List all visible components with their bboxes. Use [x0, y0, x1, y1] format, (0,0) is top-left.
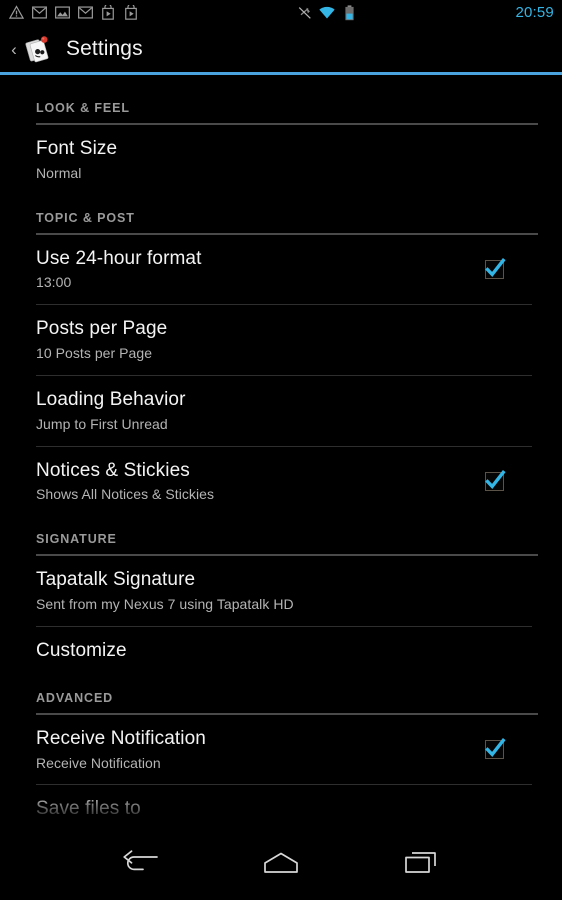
settings-row[interactable]: Posts per Page 10 Posts per Page: [0, 305, 562, 375]
settings-row-summary: 13:00: [36, 274, 72, 291]
system-navigation-bar: [0, 825, 562, 900]
settings-row-text: Notices & Stickies Shows All Notices & St…: [36, 460, 471, 504]
settings-row[interactable]: Use 24-hour format 13:00: [0, 235, 562, 305]
settings-row[interactable]: Customize: [0, 627, 562, 675]
settings-row-title: Font Size: [36, 138, 118, 159]
settings-row[interactable]: Notices & Stickies Shows All Notices & St…: [0, 447, 562, 517]
section-header: ADVANCED: [0, 691, 562, 715]
section-header-label: TOPIC & POST: [36, 210, 135, 225]
settings-row-title: Notices & Stickies: [36, 459, 190, 481]
page-title: Settings: [66, 37, 143, 60]
settings-row[interactable]: Font Size Normal: [0, 125, 562, 195]
settings-row-text: Save files totapatalk_download: [36, 798, 532, 825]
back-button[interactable]: [112, 838, 170, 888]
up-navigation-chevron-icon[interactable]: ‹: [8, 41, 20, 58]
settings-row[interactable]: Save files totapatalk_download: [0, 785, 562, 825]
settings-row-title: Loading Behavior: [36, 388, 186, 410]
settings-row-summary: Jump to First Unread: [36, 415, 168, 432]
battery-icon: [341, 4, 357, 21]
settings-row-checkbox[interactable]: [485, 469, 506, 491]
settings-row-text: Use 24-hour format 13:00: [36, 248, 471, 292]
settings-row-checkbox[interactable]: [485, 257, 506, 279]
settings-row-text: Customize: [36, 640, 532, 662]
status-bar-system-icons: [297, 4, 357, 21]
section-header-label: LOOK & FEEL: [36, 101, 130, 115]
app-logo-icon[interactable]: [21, 32, 55, 66]
settings-row-summary: Sent from my Nexus 7 using Tapatalk HD: [36, 596, 294, 613]
status-bar[interactable]: 20:59: [0, 0, 562, 25]
settings-row[interactable]: Tapatalk Signature Sent from my Nexus 7 u…: [0, 556, 562, 626]
settings-row-text: Receive Notification Receive Notification: [36, 728, 471, 772]
status-bar-notification-icons: [8, 5, 139, 21]
settings-row-summary: 10 Posts per Page: [36, 345, 153, 362]
settings-row-text: Posts per Page 10 Posts per Page: [36, 318, 532, 362]
settings-row-text: Loading Behavior Jump to First Unread: [36, 389, 532, 433]
email-icon: [31, 5, 47, 21]
settings-row-title: Posts per Page: [36, 318, 168, 340]
android-screen: 20:59 ‹ Settings LOOK & FEEL Font Size Nor…: [0, 0, 562, 900]
settings-row[interactable]: Loading Behavior Jump to First Unread: [0, 376, 562, 446]
settings-list[interactable]: LOOK & FEEL Font Size Normal TOPIC & POST Us…: [0, 75, 562, 825]
settings-row-title: Receive Notification: [36, 727, 206, 749]
status-bar-clock: 20:59: [515, 4, 554, 21]
image-download-icon: [54, 5, 70, 21]
recents-button[interactable]: [392, 838, 450, 888]
settings-row-title: Save files to: [36, 798, 141, 820]
warning-icon: [8, 5, 24, 21]
action-bar: ‹ Settings: [0, 25, 562, 73]
settings-row-title: Tapatalk Signature: [36, 569, 196, 591]
settings-row-summary: Shows All Notices & Stickies: [36, 486, 215, 503]
settings-row[interactable]: Receive Notification Receive Notification: [0, 715, 562, 785]
settings-row-text: Font Size Normal: [36, 138, 532, 182]
play-store-download-icon-2: [123, 5, 139, 21]
section-header: TOPIC & POST: [0, 211, 562, 235]
home-button[interactable]: [252, 838, 310, 888]
section-header: LOOK & FEEL: [0, 101, 562, 125]
section-header-label: SIGNATURE: [36, 532, 117, 547]
section-header: SIGNATURE: [0, 532, 562, 557]
settings-row-text: Tapatalk Signature Sent from my Nexus 7 u…: [36, 569, 532, 613]
section-header-label: ADVANCED: [36, 690, 114, 705]
email-icon-2: [77, 5, 93, 21]
wifi-icon: [319, 5, 335, 21]
settings-row-title: Customize: [36, 639, 127, 661]
settings-row-checkbox[interactable]: [485, 738, 506, 759]
settings-row-summary: Receive Notification: [36, 754, 161, 771]
settings-row-title: Use 24-hour format: [36, 247, 202, 269]
settings-row-summary: Normal: [36, 164, 82, 181]
play-store-download-icon: [100, 5, 116, 21]
silent-mode-icon: [297, 5, 313, 21]
